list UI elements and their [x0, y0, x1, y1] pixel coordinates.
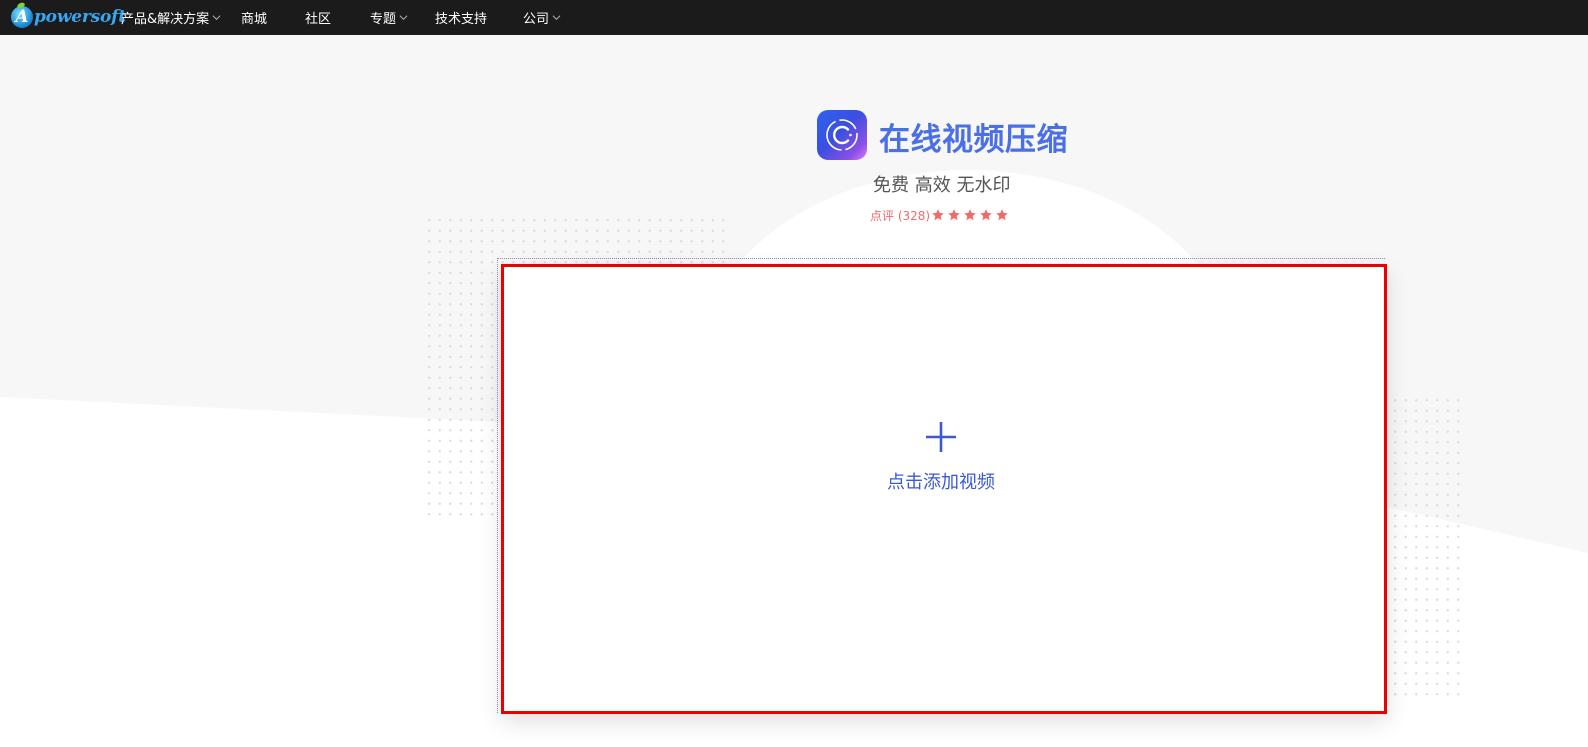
star-icon [996, 209, 1008, 221]
star-icon [980, 209, 992, 221]
upload-frame-dotted-left [497, 258, 499, 713]
page-subtitle: 免费 高效 无水印 [873, 175, 1011, 196]
star-icon [964, 209, 976, 221]
page-title: 在线视频压缩 [879, 122, 1068, 158]
add-video-label[interactable]: 点击添加视频 [887, 468, 995, 494]
star-icon [948, 209, 960, 221]
compress-logo-icon [826, 119, 858, 151]
plus-icon[interactable] [924, 420, 958, 454]
chevron-down-icon [212, 15, 221, 21]
nav-item-store[interactable]: 商城 [241, 0, 267, 35]
main-nav: 产品&解决方案 商城 社区 专题 技术支持 公司 [0, 0, 1588, 35]
reviews-link[interactable]: 点评 (328) [870, 207, 930, 224]
top-nav-bar: A powersoft 产品&解决方案 商城 社区 专题 技术支持 公司 [0, 0, 1588, 35]
star-icon [932, 209, 944, 221]
nav-item-topics[interactable]: 专题 [370, 0, 408, 35]
dot-pattern-right [1390, 395, 1460, 700]
nav-item-support[interactable]: 技术支持 [435, 0, 487, 35]
rating-stars [931, 208, 1009, 222]
upload-frame-dotted-top [497, 258, 1385, 260]
nav-item-products[interactable]: 产品&解决方案 [121, 0, 221, 35]
chevron-down-icon [552, 15, 561, 21]
nav-item-community[interactable]: 社区 [305, 0, 331, 35]
nav-item-company[interactable]: 公司 [523, 0, 561, 35]
chevron-down-icon [399, 15, 408, 21]
video-compressor-app-icon [817, 110, 867, 160]
